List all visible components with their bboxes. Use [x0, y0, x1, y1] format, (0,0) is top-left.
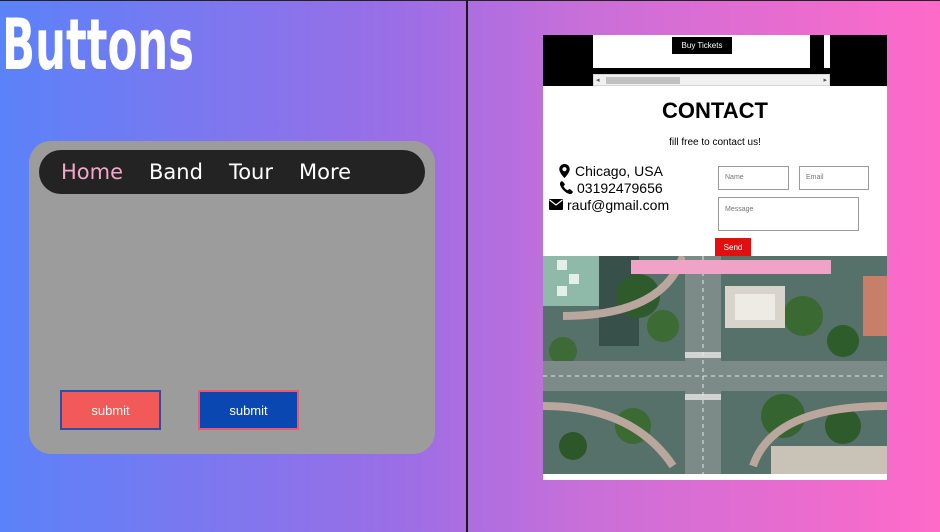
contact-subtitle: fill free to contact us! [669, 137, 761, 148]
name-input[interactable]: Name [718, 166, 789, 190]
nav-item-tour[interactable]: Tour [229, 160, 273, 184]
aerial-city-photo [543, 256, 887, 474]
preview-header-strip [824, 35, 830, 68]
send-button[interactable]: Send [715, 238, 751, 256]
email-text: rauf@gmail.com [567, 196, 670, 213]
message-textarea[interactable]: Message [718, 197, 859, 231]
navbar: Home Band Tour More [39, 150, 425, 194]
nav-item-home[interactable]: Home [61, 160, 123, 184]
scroll-thumb[interactable] [606, 77, 680, 84]
email-line: rauf@gmail.com [548, 196, 669, 213]
email-input[interactable]: Email [799, 166, 869, 190]
contact-title: CONTACT [662, 98, 768, 123]
nav-item-band[interactable]: Band [149, 160, 203, 184]
buy-tickets-button[interactable]: Buy Tickets [672, 37, 732, 54]
button-demo-card: Home Band Tour More submit submit [29, 141, 435, 454]
submit-button-blue[interactable]: submit [198, 390, 299, 430]
contact-info: Chicago, USA 03192479656 rauf@gmail.com [548, 162, 669, 213]
nav-item-more[interactable]: More [299, 160, 351, 184]
scroll-right-icon[interactable]: ▸ [823, 75, 827, 86]
top-border [0, 0, 940, 1]
location-line: Chicago, USA [548, 162, 669, 179]
website-preview: Buy Tickets ◂ ▸ CONTACT fill free to con… [543, 35, 887, 480]
envelope-icon [548, 199, 564, 210]
page-heading: Buttons [2, 4, 195, 86]
submit-button-red[interactable]: submit [60, 390, 161, 430]
location-text: Chicago, USA [575, 162, 663, 179]
panel-divider [466, 0, 468, 532]
phone-icon [558, 181, 574, 194]
map-marker-icon [556, 163, 572, 178]
phone-line: 03192479656 [548, 179, 669, 196]
scroll-left-icon[interactable]: ◂ [596, 75, 600, 86]
horizontal-scrollbar[interactable]: ◂ ▸ [593, 74, 830, 86]
phone-text: 03192479656 [577, 179, 663, 196]
